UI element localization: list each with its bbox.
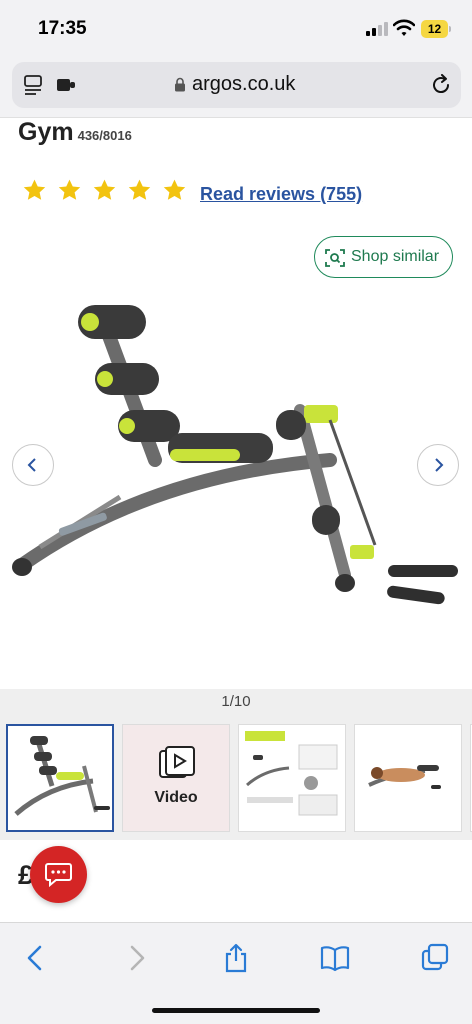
battery-indicator: 12	[421, 20, 448, 38]
carousel-prev-button[interactable]	[12, 444, 54, 486]
thumbnail-strip[interactable]: Video	[0, 715, 472, 840]
thumbnail-image	[14, 736, 110, 816]
star-icon	[23, 179, 46, 200]
chevron-left-icon	[27, 458, 36, 472]
status-time: 17:35	[38, 18, 87, 39]
chevron-right-icon	[435, 458, 444, 472]
status-bar: 17:35 12	[0, 0, 472, 60]
browser-address-area: argos.co.uk	[0, 60, 472, 118]
wifi-icon	[393, 19, 415, 36]
image-pager: 1/10	[0, 689, 472, 715]
url-text[interactable]: argos.co.uk	[192, 73, 295, 96]
thumbnail-item[interactable]	[6, 724, 114, 832]
tabs-icon[interactable]	[421, 943, 451, 973]
video-label: Video	[154, 789, 198, 806]
forward-icon[interactable]	[122, 943, 152, 973]
back-icon[interactable]	[20, 943, 50, 973]
shop-similar-label: Shop similar	[351, 248, 440, 265]
thumbnail-image	[368, 765, 441, 789]
thumbnail-image	[245, 731, 338, 816]
address-bar[interactable]: argos.co.uk	[12, 62, 461, 108]
star-icon	[58, 179, 81, 200]
star-rating	[22, 178, 187, 206]
chat-button[interactable]	[30, 846, 87, 903]
chat-icon	[45, 863, 72, 887]
shop-similar-icon	[325, 249, 345, 267]
thumbnail-item[interactable]	[354, 724, 462, 832]
star-icon	[163, 179, 186, 200]
shop-similar-button[interactable]: Shop similar	[314, 236, 453, 278]
star-icon	[93, 179, 116, 200]
bookmarks-icon[interactable]	[320, 943, 350, 973]
play-icon	[159, 746, 195, 778]
carousel-next-button[interactable]	[417, 444, 459, 486]
thumbnail-video[interactable]: Video	[122, 724, 230, 832]
reload-icon[interactable]	[430, 74, 452, 96]
battery-tip	[449, 26, 451, 32]
home-indicator	[152, 1008, 320, 1013]
reader-icon[interactable]	[24, 75, 42, 95]
star-icon	[128, 179, 151, 200]
product-image[interactable]	[0, 285, 472, 685]
product-title: Gym 436/8016	[18, 118, 132, 147]
product-title-text: Gym	[18, 118, 74, 146]
extensions-icon[interactable]	[56, 77, 76, 93]
share-icon[interactable]	[221, 943, 251, 973]
read-reviews-link[interactable]: Read reviews (755)	[200, 184, 362, 205]
signal-icon	[366, 22, 388, 36]
lock-icon	[175, 77, 185, 92]
product-code: 436/8016	[77, 128, 132, 143]
thumbnail-item[interactable]	[238, 724, 346, 832]
